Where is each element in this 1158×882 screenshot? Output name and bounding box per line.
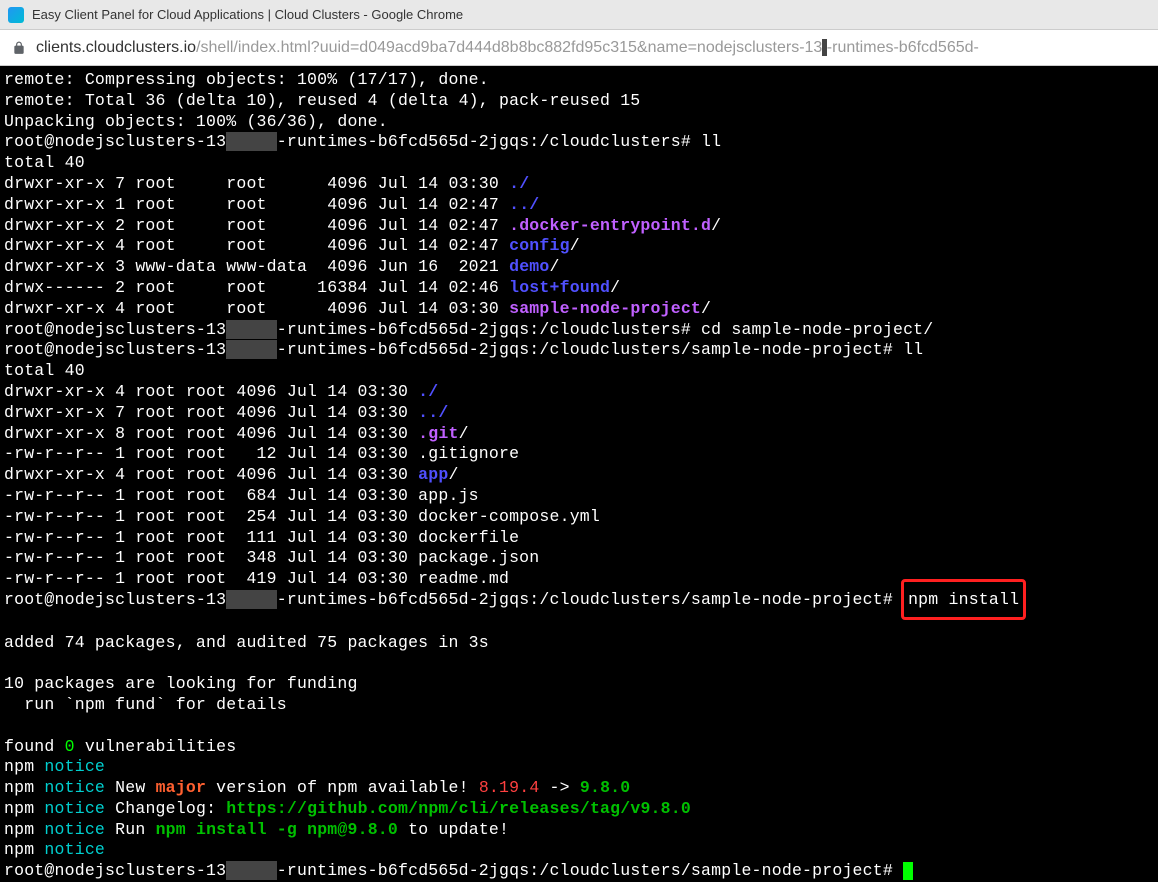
dir-entry: app [418,465,448,484]
vuln-count: 0 [65,737,75,756]
command: npm install [908,590,1019,609]
prompt: root@nodejsclusters-13 [4,320,226,339]
dir-entry: .docker-entrypoint.d [509,216,711,235]
url-tail: -runtimes-b6fcd565d- [827,39,979,56]
prompt: root@nodejsclusters-13 [4,861,226,880]
window-title: Easy Client Panel for Cloud Applications… [32,7,463,22]
prompt: -runtimes-b6fcd565d-2jgqs:/cloudclusters… [277,132,701,151]
prompt: -runtimes-b6fcd565d-2jgqs:/cloudclusters… [277,861,903,880]
redact [226,340,277,359]
dir-entry: config [509,236,570,255]
terminal-line: remote: Total 36 (delta 10), reused 4 (d… [4,91,640,110]
dir-entry: .git [418,424,458,443]
notice: notice [44,820,105,839]
terminal-line: vulnerabilities [75,737,237,756]
notice: notice [44,757,105,776]
dir-entry: ../ [509,195,539,214]
changelog-url: https://github.com/npm/cli/releases/tag/… [226,799,691,818]
terminal-line: -> [539,778,579,797]
terminal-line: remote: Compressing objects: 100% (17/17… [4,70,489,89]
terminal-line: 10 packages are looking for funding [4,674,358,693]
window-title-bar: Easy Client Panel for Cloud Applications… [0,0,1158,30]
terminal-line: Run [105,820,156,839]
terminal-line: New [105,778,156,797]
redact [226,590,277,609]
terminal-output[interactable]: remote: Compressing objects: 100% (17/17… [0,66,1158,878]
prompt: root@nodejsclusters-13 [4,340,226,359]
update-cmd: npm install -g npm@9.8.0 [156,820,398,839]
prompt: root@nodejsclusters-13 [4,590,226,609]
command: ll [903,340,923,359]
redact [226,320,277,339]
terminal-line: total 40 [4,361,85,380]
npm-prefix: npm [4,820,44,839]
dir-entry: demo [509,257,549,276]
highlighted-command: npm install [901,579,1026,620]
npm-prefix: npm [4,840,44,859]
notice: notice [44,799,105,818]
prompt: -runtimes-b6fcd565d-2jgqs:/cloudclusters… [277,320,701,339]
old-version: 8.19.4 [479,778,540,797]
npm-prefix: npm [4,799,44,818]
major: major [156,778,207,797]
terminal-line: Changelog: [105,799,226,818]
npm-prefix: npm [4,757,44,776]
redact [226,132,277,151]
terminal-line: found [4,737,65,756]
url-text[interactable]: clients.cloudclusters.io/shell/index.htm… [36,39,979,57]
terminal-line: Unpacking objects: 100% (36/36), done. [4,112,388,131]
prompt: -runtimes-b6fcd565d-2jgqs:/cloudclusters… [277,340,903,359]
dir-entry: ../ [418,403,448,422]
prompt: -runtimes-b6fcd565d-2jgqs:/cloudclusters… [277,590,903,609]
dir-entry: ./ [509,174,529,193]
dir-entry: ./ [418,382,438,401]
lock-icon [12,41,26,55]
terminal-line: total 40 [4,153,85,172]
redact [226,861,277,880]
notice: notice [44,778,105,797]
terminal-line: run `npm fund` for details [4,695,287,714]
prompt: root@nodejsclusters-13 [4,132,226,151]
notice: notice [44,840,105,859]
terminal-line: version of npm available! [206,778,479,797]
url-path: /shell/index.html?uuid=d049acd9ba7d444d8… [196,39,822,56]
dir-entry: sample-node-project [509,299,701,318]
address-bar[interactable]: clients.cloudclusters.io/shell/index.htm… [0,30,1158,66]
command: ll [701,132,721,151]
command: cd sample-node-project/ [701,320,933,339]
terminal-line: added 74 packages, and audited 75 packag… [4,633,489,652]
dir-entry: lost+found [509,278,610,297]
url-host: clients.cloudclusters.io [36,39,196,56]
terminal-line: to update! [398,820,509,839]
npm-prefix: npm [4,778,44,797]
app-icon [8,7,24,23]
new-version: 9.8.0 [580,778,631,797]
